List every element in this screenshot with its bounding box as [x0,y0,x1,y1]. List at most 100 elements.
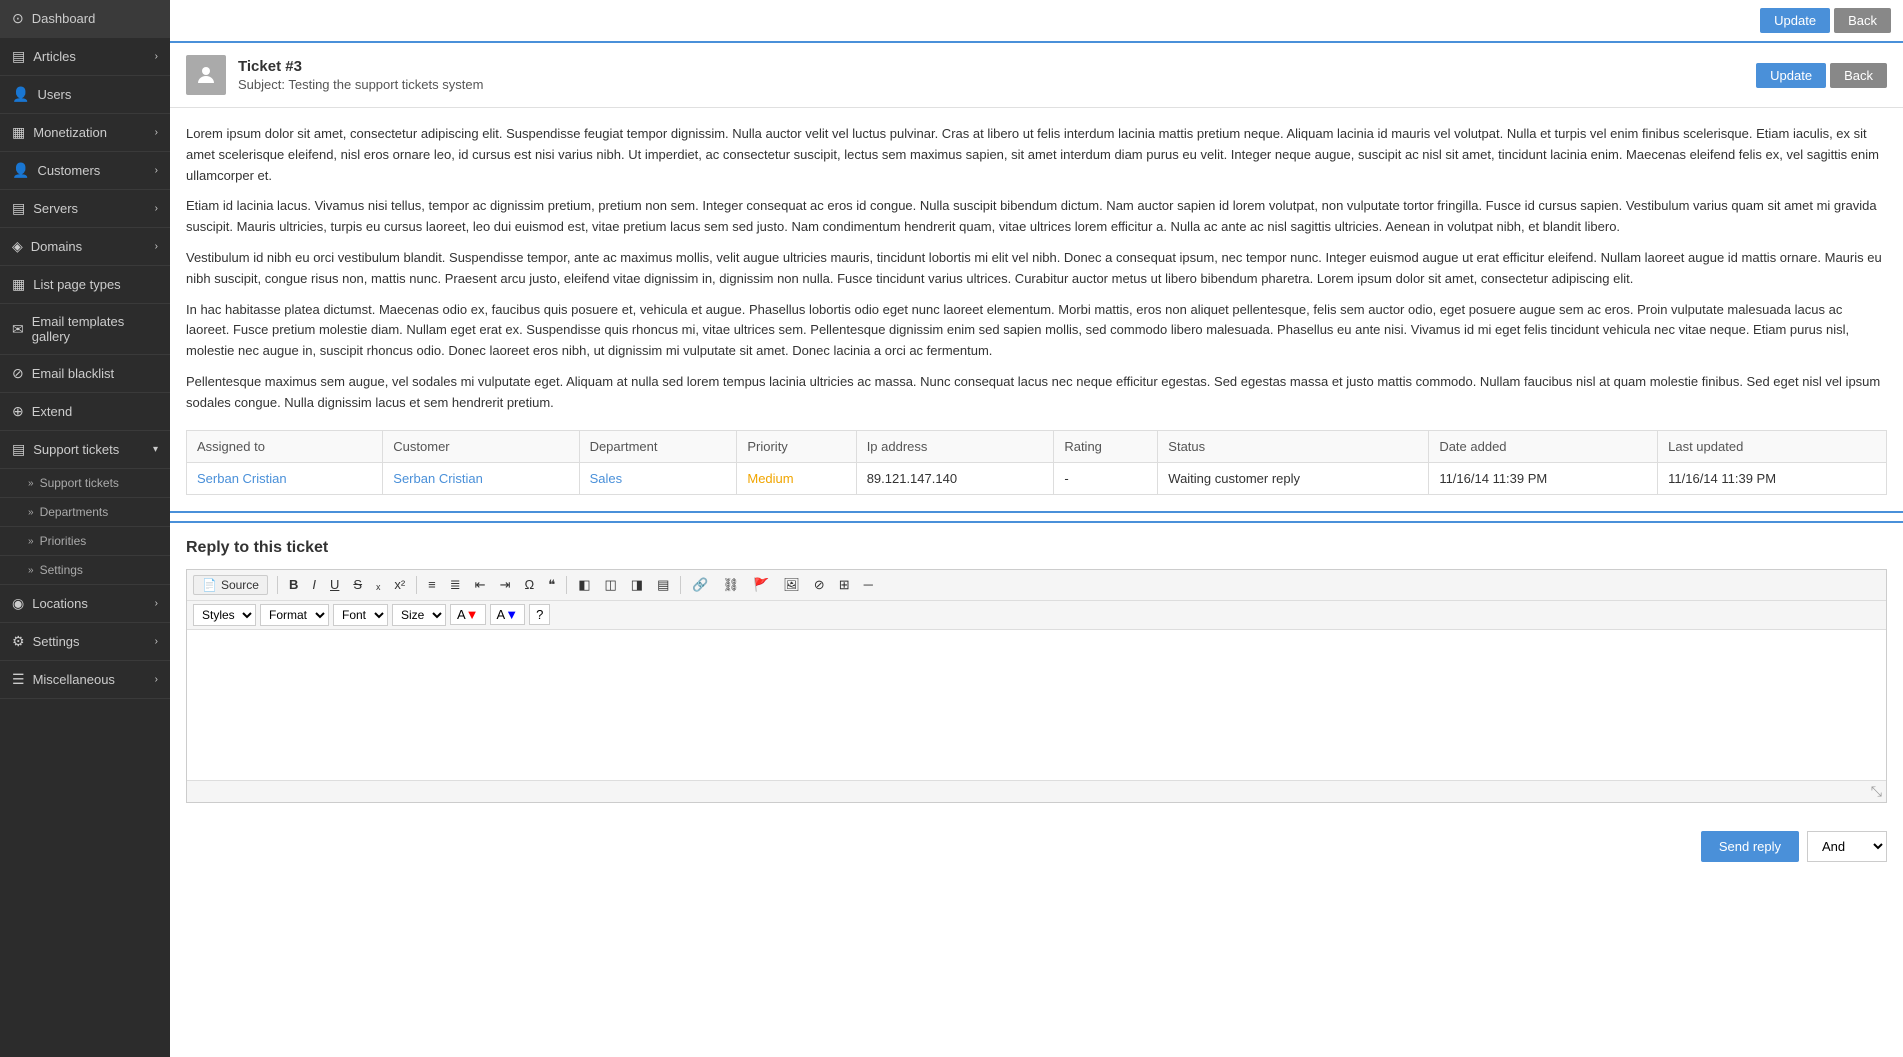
sidebar-sub-item-label: Departments [40,505,109,519]
priority-value: Medium [747,471,793,486]
sidebar-item-articles[interactable]: ▤ Articles › [0,38,170,76]
sidebar-item-domains[interactable]: ◈ Domains › [0,228,170,266]
font-bgcolor-button[interactable]: A▼ [490,604,526,625]
send-reply-area: Send reply And [170,819,1903,874]
email-templates-icon: ✉ [12,321,24,338]
col-date-added: Date added [1429,430,1658,462]
indent-increase-button[interactable]: ⇥ [494,574,517,596]
extend-icon: ⊕ [12,403,24,420]
ticket-info: Ticket #3 Subject: Testing the support t… [238,58,483,92]
back-button-2[interactable]: Back [1830,63,1887,88]
servers-icon: ▤ [12,200,25,217]
articles-icon: ▤ [12,48,25,65]
sidebar-item-users[interactable]: 👤 Users [0,76,170,114]
font-select[interactable]: Font [333,604,388,626]
sub-arrow-icon: » [28,536,34,547]
assigned-to-link[interactable]: Serban Cristian [197,471,287,486]
chevron-right-icon: › [155,203,158,214]
align-justify-button[interactable]: ▤ [651,574,675,596]
source-button[interactable]: 📄 Source [193,575,268,595]
blockquote-button[interactable]: ❝ [542,574,561,596]
size-select[interactable]: Size [392,604,446,626]
bold-button[interactable]: B [283,574,304,595]
indent-decrease-button[interactable]: ⇤ [469,574,492,596]
reply-editor-body[interactable] [187,630,1886,780]
toolbar-divider-1 [277,576,278,594]
reply-section: Reply to this ticket 📄 Source B I U S ₓ … [170,521,1903,819]
sidebar-item-settings[interactable]: ⚙ Settings › [0,623,170,661]
sidebar-item-locations[interactable]: ◉ Locations › [0,585,170,623]
sidebar-item-extend[interactable]: ⊕ Extend [0,393,170,431]
top-bar: Update Back [170,0,1903,43]
cell-customer: Serban Cristian [383,462,579,494]
superscript-button[interactable]: x² [388,574,411,595]
sidebar-item-label: Settings [33,634,80,649]
help-button[interactable]: ? [529,604,550,625]
sidebar-sub-item-settings[interactable]: » Settings [0,556,170,585]
sidebar-item-miscellaneous[interactable]: ☰ Miscellaneous › [0,661,170,699]
flag-button[interactable]: 🚩 [747,574,775,596]
underline-button[interactable]: U [324,574,345,595]
sidebar-item-email-templates-gallery[interactable]: ✉ Email templates gallery [0,304,170,355]
customers-icon: 👤 [12,162,29,179]
align-center-button[interactable]: ◫ [599,574,623,596]
back-button[interactable]: Back [1834,8,1891,33]
chevron-right-icon: › [155,165,158,176]
ticket-paragraph-1: Lorem ipsum dolor sit amet, consectetur … [186,124,1887,186]
sidebar-item-list-page-types[interactable]: ▦ List page types [0,266,170,304]
sidebar-sub-item-priorities[interactable]: » Priorities [0,527,170,556]
format-select[interactable]: Format [260,604,329,626]
unordered-list-button[interactable]: ≣ [444,574,467,596]
subscript-button[interactable]: ₓ [370,574,386,595]
ticket-paragraph-4: In hac habitasse platea dictumst. Maecen… [186,300,1887,362]
ordered-list-button[interactable]: ≡ [422,574,442,595]
unlink-button[interactable]: ⛓ [717,574,746,596]
dashboard-icon: ⊙ [12,10,24,27]
update-button[interactable]: Update [1760,8,1830,33]
editor-container: 📄 Source B I U S ₓ x² ≡ ≣ ⇤ ⇥ Ω ❝ ◧ ◫ [186,569,1887,803]
send-reply-select[interactable]: And [1807,831,1887,862]
sidebar-sub-item-support-tickets[interactable]: » Support tickets [0,469,170,498]
sidebar-item-label: Servers [33,201,78,216]
col-department: Department [579,430,737,462]
table-button[interactable]: ⊞ [833,574,856,596]
department-link[interactable]: Sales [590,471,623,486]
align-right-button[interactable]: ◨ [625,574,649,596]
col-last-updated: Last updated [1658,430,1887,462]
image-button[interactable]: 🖼 [777,574,806,596]
circle-button[interactable]: ⊘ [808,574,831,596]
ticket-paragraph-2: Etiam id lacinia lacus. Vivamus nisi tel… [186,196,1887,238]
link-button[interactable]: 🔗 [686,574,714,596]
sub-arrow-icon: » [28,478,34,489]
update-button-2[interactable]: Update [1756,63,1826,88]
resize-icon[interactable]: ⤡ [1871,783,1882,800]
sidebar-sub-item-departments[interactable]: » Departments [0,498,170,527]
cell-assigned-to: Serban Cristian [187,462,383,494]
sidebar-item-servers[interactable]: ▤ Servers › [0,190,170,228]
editor-toolbar-top: 📄 Source B I U S ₓ x² ≡ ≣ ⇤ ⇥ Ω ❝ ◧ ◫ [187,570,1886,601]
sidebar-sub-item-label: Settings [40,563,83,577]
customer-link[interactable]: Serban Cristian [393,471,483,486]
cell-date-added: 11/16/14 11:39 PM [1429,462,1658,494]
editor-toolbar-bottom: Styles Format Font Size A▼ A▼ ? [187,601,1886,630]
sidebar-item-email-blacklist[interactable]: ⊘ Email blacklist [0,355,170,393]
chevron-right-icon: › [155,598,158,609]
cell-department: Sales [579,462,737,494]
strikethrough-button[interactable]: S [347,574,368,595]
special-chars-button[interactable]: Ω [518,574,540,595]
sidebar-item-support-tickets[interactable]: ▤ Support tickets ▾ [0,431,170,469]
align-left-button[interactable]: ◧ [572,574,596,596]
sidebar-item-monetization[interactable]: ▦ Monetization › [0,114,170,152]
hr-button[interactable]: ─ [858,574,879,595]
send-reply-button[interactable]: Send reply [1701,831,1799,862]
sidebar-item-customers[interactable]: 👤 Customers › [0,152,170,190]
col-ip-address: Ip address [856,430,1054,462]
sidebar-item-label: Customers [37,163,100,178]
avatar [186,55,226,95]
sidebar-item-dashboard[interactable]: ⊙ Dashboard [0,0,170,38]
sidebar-item-label: Articles [33,49,76,64]
styles-select[interactable]: Styles [193,604,256,626]
users-icon: 👤 [12,86,29,103]
font-color-button[interactable]: A▼ [450,604,486,625]
italic-button[interactable]: I [306,574,322,595]
